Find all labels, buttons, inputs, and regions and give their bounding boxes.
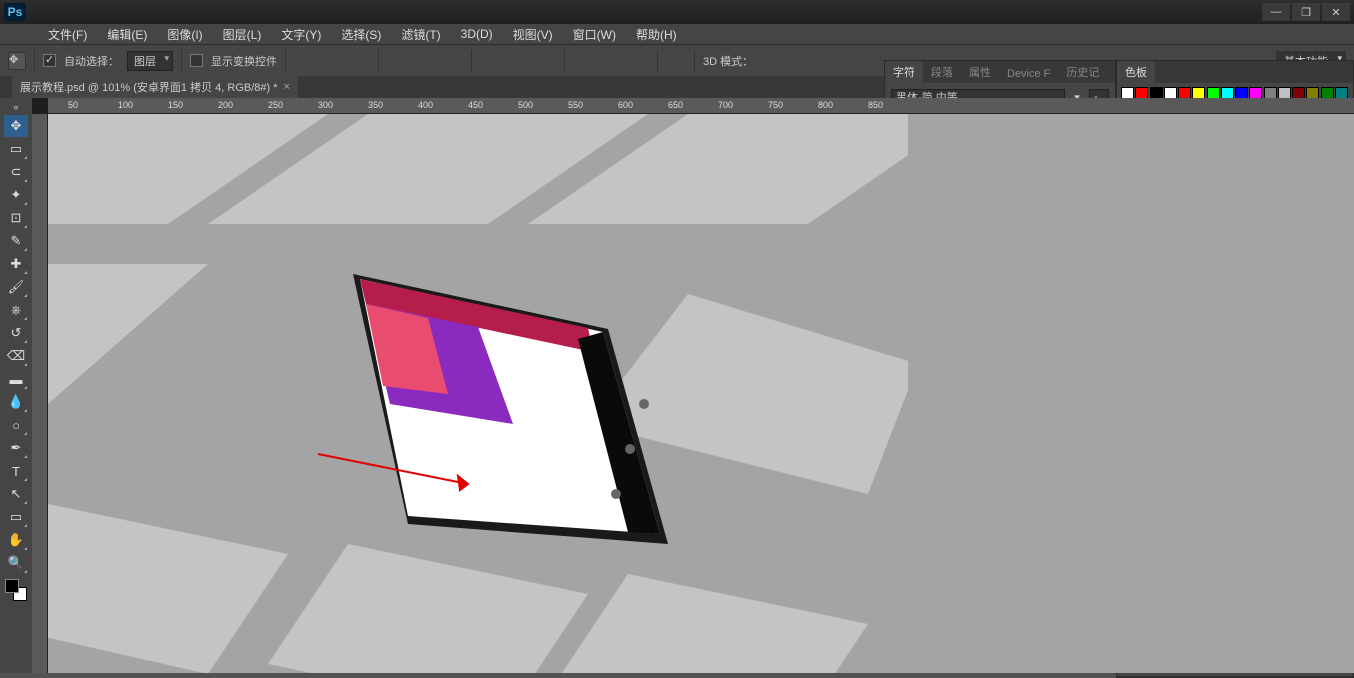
close-tab-icon[interactable]: × — [284, 81, 290, 93]
3d-btn-2[interactable] — [789, 52, 809, 70]
auto-select-label: 自动选择： — [64, 53, 119, 69]
ruler-tick: 800 — [818, 100, 833, 110]
menu-item[interactable]: 3D(D) — [453, 25, 501, 43]
ruler-tick: 400 — [418, 100, 433, 110]
crop-tool[interactable]: ⊡ — [4, 207, 28, 229]
document-tab[interactable]: 展示教程.psd @ 101% (安卓界面1 拷贝 4, RGB/8#) * × — [12, 76, 298, 98]
ruler-tick: 50 — [68, 100, 78, 110]
3d-btn-4[interactable] — [845, 52, 865, 70]
align-btn-4[interactable] — [387, 52, 407, 70]
minimize-button[interactable]: — — [1262, 3, 1290, 21]
align-btn-3[interactable] — [350, 52, 370, 70]
ruler-tick: 200 — [218, 100, 233, 110]
eyedropper-tool[interactable]: ✎ — [4, 230, 28, 252]
history-brush-tool[interactable]: ↺ — [4, 322, 28, 344]
menu-item[interactable]: 窗口(W) — [565, 24, 624, 45]
distribute-btn-4[interactable] — [573, 52, 593, 70]
show-transform-label: 显示变换控件 — [211, 53, 277, 69]
zoom-tool[interactable]: 🔍 — [4, 552, 28, 574]
ruler-tick: 100 — [118, 100, 133, 110]
hand-tool[interactable]: ✋ — [4, 529, 28, 551]
align-btn-1[interactable] — [294, 52, 314, 70]
ruler-tick: 850 — [868, 100, 883, 110]
fg-bg-colors[interactable] — [5, 579, 27, 601]
main-area: « ✥ ▭ ⊂ ✦ ⊡ ✎ ✚ 🖌 ⎈ ↺ ⌫ ▬ 💧 ○ ✒ T ↖ ▭ ✋ … — [0, 98, 1354, 673]
brush-tool[interactable]: 🖌 — [4, 276, 28, 298]
ruler-tick: 700 — [718, 100, 733, 110]
distribute-btn-6[interactable] — [629, 52, 649, 70]
ruler-tick: 500 — [518, 100, 533, 110]
swatches-tab[interactable]: 色板 — [1117, 61, 1155, 83]
menu-bar: 文件(F)编辑(E)图像(I)图层(L)文字(Y)选择(S)滤镜(T) 3D(D)… — [0, 24, 1354, 44]
ruler-tick: 150 — [168, 100, 183, 110]
menu-item[interactable]: 帮助(H) — [628, 24, 685, 45]
toolbox: « ✥ ▭ ⊂ ✦ ⊡ ✎ ✚ 🖌 ⎈ ↺ ⌫ ▬ 💧 ○ ✒ T ↖ ▭ ✋ … — [0, 98, 32, 673]
magic-wand-tool[interactable]: ✦ — [4, 184, 28, 206]
menu-item[interactable]: 文字(Y) — [273, 24, 329, 45]
blur-tool[interactable]: 💧 — [4, 391, 28, 413]
app-logo: Ps — [4, 3, 26, 21]
distribute-btn-3[interactable] — [536, 52, 556, 70]
move-tool[interactable]: ✥ — [4, 115, 28, 137]
panel-tab[interactable]: Device F — [999, 65, 1058, 83]
menu-item[interactable]: 滤镜(T) — [393, 24, 448, 45]
ruler-horizontal[interactable]: 50 100 150 200 250 300 350 400 450 500 550 600 650 70… — [48, 98, 1354, 114]
menu-item[interactable]: 编辑(E) — [99, 24, 155, 45]
marquee-tool[interactable]: ▭ — [4, 138, 28, 160]
distribute-btn-1[interactable] — [480, 52, 500, 70]
ruler-tick: 750 — [768, 100, 783, 110]
distribute-btn-5[interactable] — [601, 52, 621, 70]
type-tool[interactable]: T — [4, 460, 28, 482]
ruler-tick: 450 — [468, 100, 483, 110]
gradient-tool[interactable]: ▬ — [4, 368, 28, 390]
ruler-tick: 350 — [368, 100, 383, 110]
3d-mode-label: 3D 模式： — [703, 53, 753, 69]
align-btn-5[interactable] — [415, 52, 435, 70]
ruler-tick: 600 — [618, 100, 633, 110]
ruler-vertical[interactable] — [32, 114, 48, 673]
show-transform-checkbox[interactable] — [190, 54, 203, 67]
menu-item[interactable]: 视图(V) — [505, 24, 561, 45]
align-btn-2[interactable] — [322, 52, 342, 70]
ruler-tick: 250 — [268, 100, 283, 110]
ruler-tick: 300 — [318, 100, 333, 110]
close-button[interactable]: ✕ — [1322, 3, 1350, 21]
distribute-spacing-btn[interactable] — [666, 52, 686, 70]
canvas-area: 50 100 150 200 250 300 350 400 450 500 550 600 650 70… — [32, 98, 1354, 673]
panel-tab[interactable]: 段落 — [923, 61, 961, 83]
ruler-tick: 550 — [568, 100, 583, 110]
maximize-button[interactable]: ❐ — [1292, 3, 1320, 21]
menu-item[interactable]: 图像(I) — [159, 24, 210, 45]
move-tool-icon: ✥ — [8, 52, 26, 70]
path-tool[interactable]: ↖ — [4, 483, 28, 505]
3d-btn-1[interactable] — [761, 52, 781, 70]
menu-item[interactable]: 图层(L) — [215, 24, 270, 45]
ruler-tick: 650 — [668, 100, 683, 110]
panel-tab[interactable]: 历史记 — [1058, 61, 1107, 83]
distribute-btn-2[interactable] — [508, 52, 528, 70]
toolbox-grip[interactable]: « — [13, 102, 18, 112]
title-bar: Ps — ❐ ✕ — [0, 0, 1354, 24]
auto-select-checkbox[interactable] — [43, 54, 56, 67]
panel-tab[interactable]: 字符 — [885, 61, 923, 83]
align-btn-6[interactable] — [443, 52, 463, 70]
canvas[interactable] — [48, 114, 1354, 673]
document-tab-label: 展示教程.psd @ 101% (安卓界面1 拷贝 4, RGB/8#) * — [20, 79, 278, 95]
3d-btn-3[interactable] — [817, 52, 837, 70]
auto-select-target-dropdown[interactable]: 图层 — [127, 51, 173, 71]
eraser-tool[interactable]: ⌫ — [4, 345, 28, 367]
pen-tool[interactable]: ✒ — [4, 437, 28, 459]
menu-item[interactable]: 选择(S) — [333, 24, 389, 45]
dodge-tool[interactable]: ○ — [4, 414, 28, 436]
healing-tool[interactable]: ✚ — [4, 253, 28, 275]
shape-tool[interactable]: ▭ — [4, 506, 28, 528]
panel-tab[interactable]: 属性 — [961, 61, 999, 83]
menu-item[interactable]: 文件(F) — [40, 24, 95, 45]
stamp-tool[interactable]: ⎈ — [4, 299, 28, 321]
lasso-tool[interactable]: ⊂ — [4, 161, 28, 183]
canvas-content — [48, 114, 908, 673]
